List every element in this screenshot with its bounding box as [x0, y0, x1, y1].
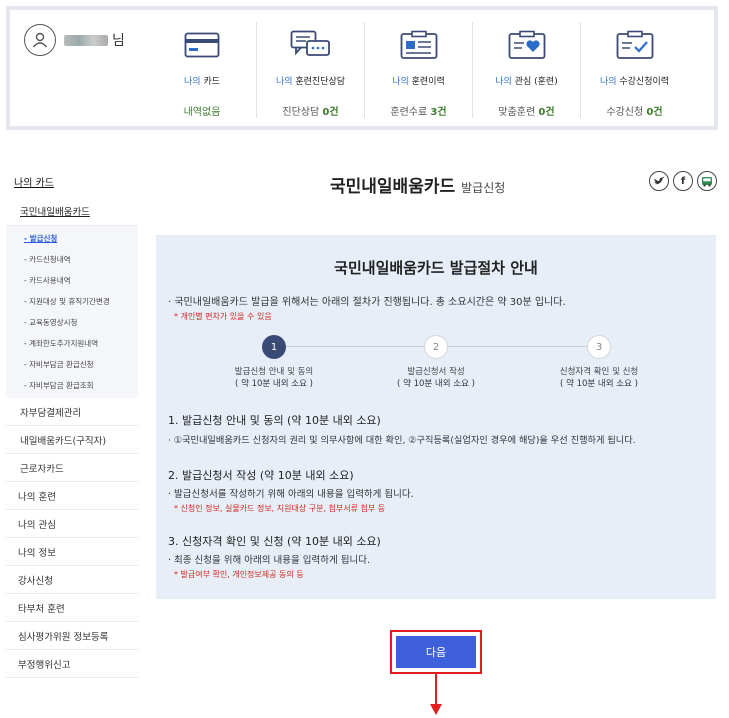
stat-my-card[interactable]: 나의 카드 내역없음: [148, 22, 256, 118]
sidebar-item-refund-apply[interactable]: - 자비부담금 환급신청: [6, 354, 138, 375]
user-name-blurred: [64, 34, 108, 46]
sidebar-item-refund-inquiry[interactable]: - 자비부담금 환급조회: [6, 375, 138, 396]
next-button[interactable]: 다음: [396, 636, 476, 668]
section-3-desc: · 최종 신청을 위해 아래의 내용을 입력하게 됩니다.: [168, 555, 370, 566]
stat-label: 나의 관심 (훈련): [495, 77, 558, 87]
stat-my-enrollment[interactable]: 나의 수강신청이력 수강신청 0건: [580, 22, 688, 118]
section-2-desc: · 발급신청서를 작성하기 위해 아래의 내용을 입력하게 됩니다.: [168, 489, 414, 500]
sidebar-item-national-card[interactable]: 국민내일배움카드: [6, 197, 138, 226]
sidebar-item-instructor-apply[interactable]: 강사신청: [6, 566, 138, 594]
stat-label: 나의 훈련진단상담: [275, 77, 346, 87]
section-1-title: 1. 발급신청 안내 및 동의 (약 10분 내외 소요): [168, 414, 381, 427]
section-3-note: * 발급여부 확인, 개인정보제공 동의 등: [174, 570, 304, 579]
training-history-icon: [400, 28, 438, 62]
stat-label: 나의 카드: [184, 77, 220, 87]
guide-title: 국민내일배움카드 발급절차 안내: [334, 259, 538, 277]
sidebar-item-other-ministry-training[interactable]: 타부처 훈련: [6, 594, 138, 622]
stat-my-counseling[interactable]: 나의 훈련진단상담 진단상담 0건: [256, 22, 364, 118]
stat-my-interest[interactable]: 나의 관심 (훈련) 맞춤훈련 0건: [472, 22, 580, 118]
sidebar-item-worker-card[interactable]: 근로자카드: [6, 454, 138, 482]
stat-value: 내역없음: [183, 107, 221, 118]
step-2-label: 발급신청서 작성( 약 10분 내외 소요 ): [397, 367, 475, 389]
sidebar-item-my-card[interactable]: 나의 카드: [6, 166, 138, 197]
sidebar-item-education-video[interactable]: - 교육동영상시청: [6, 312, 138, 333]
guide-panel: 국민내일배움카드 발급절차 안내 · 국민내일배움카드 발급을 위해서는 아래의…: [156, 235, 716, 599]
stat-label: 나의 훈련이력: [392, 77, 445, 87]
user-info: 님: [24, 24, 125, 56]
card-icon: [184, 28, 220, 62]
stat-value: 훈련수료 3건: [390, 107, 447, 118]
sidebar-item-card-application-history[interactable]: - 카드신청내역: [6, 249, 138, 270]
stat-value: 수강신청 0건: [606, 107, 663, 118]
arrow-down-icon: [430, 674, 442, 715]
twitter-icon[interactable]: [649, 171, 669, 191]
facebook-icon[interactable]: f: [673, 171, 693, 191]
chat-bubbles-icon: [290, 28, 332, 62]
summary-panel: 님 나의 카드 내역없음 나의 훈련진단상담 진단상담 0건 나의 훈련이력 훈…: [6, 6, 718, 130]
sidebar-item-self-payment[interactable]: 자부담결제관리: [6, 398, 138, 426]
user-suffix: 님: [112, 33, 125, 49]
bus-icon[interactable]: [697, 171, 717, 191]
step-3-circle: 3: [587, 335, 611, 359]
sidebar-item-reviewer-registration[interactable]: 심사평가위원 정보등록: [6, 622, 138, 650]
sidebar-item-apply[interactable]: - 발급신청: [6, 228, 138, 249]
section-3-title: 3. 신청자격 확인 및 신청 (약 10분 내외 소요): [168, 535, 381, 548]
page-title-sub: 발급신청: [461, 181, 506, 195]
sidebar: 나의 카드 국민내일배움카드 - 발급신청 - 카드신청내역 - 카드사용내역 …: [6, 166, 138, 678]
sidebar-item-eligibility-change[interactable]: - 지원대상 및 휴직기간변경: [6, 291, 138, 312]
stat-value: 진단상담 0건: [282, 107, 339, 118]
guide-intro: · 국민내일배움카드 발급을 위해서는 아래의 절차가 진행됩니다. 총 소요시…: [168, 297, 566, 308]
section-2-note: * 신청인 정보, 실물카드 정보, 지원대상 구분, 첨부서류 첨부 등: [174, 504, 386, 513]
next-button-highlight: 다음: [390, 630, 482, 674]
sidebar-item-card-usage[interactable]: - 카드사용내역: [6, 270, 138, 291]
step-1-label: 발급신청 안내 및 동의( 약 10분 내외 소요 ): [234, 367, 314, 389]
page-title: 국민내일배움카드 발급신청: [330, 172, 505, 197]
sidebar-subitems: - 발급신청 - 카드신청내역 - 카드사용내역 - 지원대상 및 휴직기간변경…: [6, 226, 138, 398]
heart-folder-icon: [508, 28, 546, 62]
checklist-icon: [616, 28, 654, 62]
stat-value: 맞춤훈련 0건: [498, 107, 555, 118]
sidebar-item-my-interest[interactable]: 나의 관심: [6, 510, 138, 538]
step-2-circle: 2: [424, 335, 448, 359]
step-1-circle: 1: [262, 335, 286, 359]
stat-label: 나의 수강신청이력: [599, 77, 670, 87]
sidebar-item-misconduct-report[interactable]: 부정행위신고: [6, 650, 138, 678]
share-buttons: f: [649, 171, 717, 191]
sidebar-item-jobseeker-card[interactable]: 내일배움카드(구직자): [6, 426, 138, 454]
stat-my-training-history[interactable]: 나의 훈련이력 훈련수료 3건: [364, 22, 472, 118]
sidebar-item-my-training[interactable]: 나의 훈련: [6, 482, 138, 510]
sidebar-item-limit-support[interactable]: - 계좌한도추가지원내역: [6, 333, 138, 354]
guide-intro-note: * 개인별 편차가 있을 수 있음: [174, 312, 272, 321]
page-title-main: 국민내일배움카드: [330, 177, 456, 197]
section-2-title: 2. 발급신청서 작성 (약 10분 내외 소요): [168, 469, 354, 482]
stats-row: 나의 카드 내역없음 나의 훈련진단상담 진단상담 0건 나의 훈련이력 훈련수…: [148, 22, 688, 118]
sidebar-item-my-info[interactable]: 나의 정보: [6, 538, 138, 566]
step-3-label: 신청자격 확인 및 신청( 약 10분 내외 소요 ): [559, 367, 639, 389]
section-1-desc: · ①국민내일배움카드 신청자의 권리 및 의무사항에 대한 확인, ②구직등록…: [168, 435, 636, 446]
user-avatar-icon: [24, 24, 56, 56]
